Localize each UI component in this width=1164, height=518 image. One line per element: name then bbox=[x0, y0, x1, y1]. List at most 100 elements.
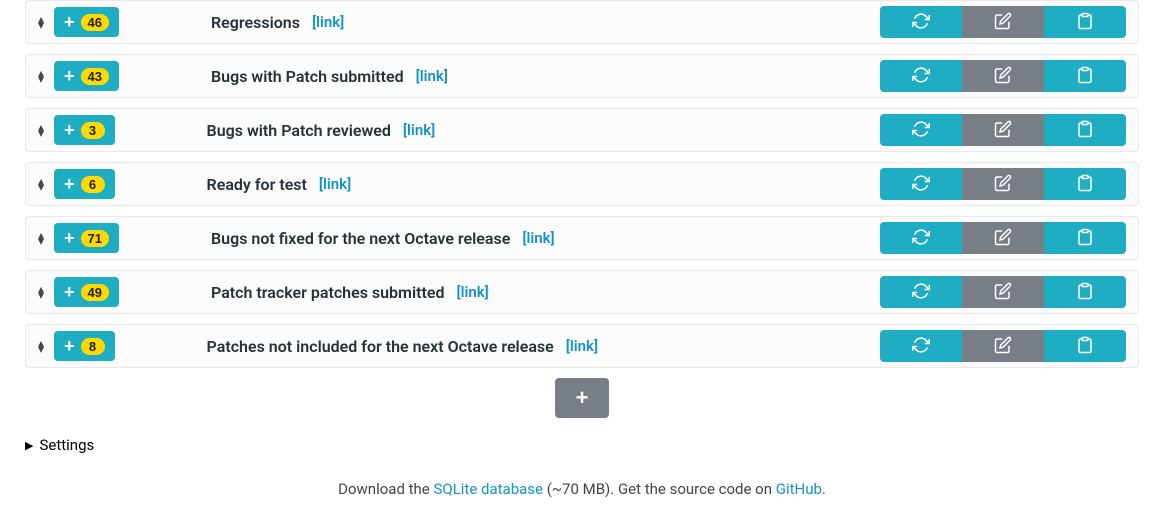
count-badge: 3 bbox=[81, 122, 105, 139]
refresh-button[interactable] bbox=[880, 168, 962, 200]
row-title: Patches not included for the next Octave… bbox=[207, 337, 554, 356]
list-item: ▴▾ +3 Bugs with Patch reviewed [link] bbox=[25, 108, 1139, 152]
add-row-button[interactable]: + bbox=[555, 378, 609, 418]
row-link[interactable]: [link] bbox=[319, 175, 351, 193]
triangle-right-icon: ▶ bbox=[25, 439, 33, 452]
clipboard-button[interactable] bbox=[1044, 60, 1126, 92]
refresh-icon bbox=[912, 282, 930, 303]
edit-button[interactable] bbox=[962, 276, 1044, 308]
row-actions bbox=[880, 168, 1126, 200]
row-link[interactable]: [link] bbox=[456, 283, 488, 301]
expand-button[interactable]: +43 bbox=[54, 61, 119, 91]
sort-handle-icon[interactable]: ▴▾ bbox=[38, 286, 44, 298]
footer-download-pre: Download the bbox=[338, 480, 433, 498]
clipboard-icon bbox=[1076, 282, 1094, 303]
edit-button[interactable] bbox=[962, 222, 1044, 254]
expand-button[interactable]: +3 bbox=[54, 115, 115, 145]
edit-button[interactable] bbox=[962, 330, 1044, 362]
clipboard-button[interactable] bbox=[1044, 330, 1126, 362]
refresh-icon bbox=[912, 174, 930, 195]
row-actions bbox=[880, 60, 1126, 92]
row-link[interactable]: [link] bbox=[566, 337, 598, 355]
edit-icon bbox=[994, 282, 1012, 303]
row-actions bbox=[880, 114, 1126, 146]
footer-db-size: (~70 MB). bbox=[543, 480, 618, 498]
row-actions bbox=[880, 276, 1126, 308]
row-title: Bugs with Patch reviewed bbox=[207, 121, 391, 140]
edit-icon bbox=[994, 228, 1012, 249]
refresh-icon bbox=[912, 66, 930, 87]
edit-icon bbox=[994, 336, 1012, 357]
list-item: ▴▾ +46 Regressions [link] bbox=[25, 0, 1139, 44]
footer-source-pre: Get the source code on bbox=[618, 480, 776, 498]
edit-button[interactable] bbox=[962, 168, 1044, 200]
row-title: Bugs with Patch submitted bbox=[211, 67, 404, 86]
sort-handle-icon[interactable]: ▴▾ bbox=[38, 178, 44, 190]
expand-button[interactable]: +49 bbox=[54, 277, 119, 307]
footer: Download the SQLite database (~70 MB). G… bbox=[25, 480, 1139, 518]
plus-icon: + bbox=[64, 67, 75, 85]
refresh-icon bbox=[912, 120, 930, 141]
refresh-button[interactable] bbox=[880, 114, 962, 146]
edit-button[interactable] bbox=[962, 114, 1044, 146]
refresh-icon bbox=[912, 12, 930, 33]
list-item: ▴▾ +43 Bugs with Patch submitted [link] bbox=[25, 54, 1139, 98]
refresh-icon bbox=[912, 336, 930, 357]
refresh-button[interactable] bbox=[880, 330, 962, 362]
row-title: Bugs not fixed for the next Octave relea… bbox=[211, 229, 510, 248]
sort-handle-icon[interactable]: ▴▾ bbox=[38, 70, 44, 82]
clipboard-button[interactable] bbox=[1044, 222, 1126, 254]
expand-button[interactable]: +8 bbox=[54, 331, 115, 361]
sort-handle-icon[interactable]: ▴▾ bbox=[38, 232, 44, 244]
count-badge: 46 bbox=[81, 14, 109, 31]
clipboard-button[interactable] bbox=[1044, 276, 1126, 308]
clipboard-icon bbox=[1076, 12, 1094, 33]
clipboard-button[interactable] bbox=[1044, 6, 1126, 38]
edit-button[interactable] bbox=[962, 60, 1044, 92]
expand-button[interactable]: +6 bbox=[54, 169, 115, 199]
plus-icon: + bbox=[64, 175, 75, 193]
list-item: ▴▾ +6 Ready for test [link] bbox=[25, 162, 1139, 206]
edit-button[interactable] bbox=[962, 6, 1044, 38]
settings-label: Settings bbox=[39, 436, 94, 454]
expand-button[interactable]: +71 bbox=[54, 223, 119, 253]
row-link[interactable]: [link] bbox=[403, 121, 435, 139]
list-item: ▴▾ +8 Patches not included for the next Oc… bbox=[25, 324, 1139, 368]
row-link[interactable]: [link] bbox=[522, 229, 554, 247]
sqlite-link[interactable]: SQLite database bbox=[433, 480, 543, 498]
sort-handle-icon[interactable]: ▴▾ bbox=[38, 16, 44, 28]
edit-icon bbox=[994, 174, 1012, 195]
plus-icon: + bbox=[64, 121, 75, 139]
row-link[interactable]: [link] bbox=[416, 67, 448, 85]
sort-handle-icon[interactable]: ▴▾ bbox=[38, 124, 44, 136]
count-badge: 8 bbox=[81, 338, 105, 355]
row-title: Regressions bbox=[211, 13, 300, 32]
clipboard-icon bbox=[1076, 336, 1094, 357]
row-title: Patch tracker patches submitted bbox=[211, 283, 444, 302]
sort-handle-icon[interactable]: ▴▾ bbox=[38, 340, 44, 352]
refresh-button[interactable] bbox=[880, 276, 962, 308]
settings-toggle[interactable]: ▶ Settings bbox=[25, 436, 1139, 454]
refresh-button[interactable] bbox=[880, 60, 962, 92]
row-link[interactable]: [link] bbox=[312, 13, 344, 31]
plus-icon: + bbox=[576, 385, 589, 411]
refresh-button[interactable] bbox=[880, 222, 962, 254]
footer-period: . bbox=[822, 480, 826, 498]
refresh-icon bbox=[912, 228, 930, 249]
clipboard-button[interactable] bbox=[1044, 114, 1126, 146]
count-badge: 49 bbox=[81, 284, 109, 301]
edit-icon bbox=[994, 12, 1012, 33]
clipboard-icon bbox=[1076, 66, 1094, 87]
plus-icon: + bbox=[64, 283, 75, 301]
refresh-button[interactable] bbox=[880, 6, 962, 38]
plus-icon: + bbox=[64, 337, 75, 355]
plus-icon: + bbox=[64, 229, 75, 247]
row-actions bbox=[880, 330, 1126, 362]
edit-icon bbox=[994, 120, 1012, 141]
row-actions bbox=[880, 6, 1126, 38]
row-title: Ready for test bbox=[207, 175, 307, 194]
clipboard-button[interactable] bbox=[1044, 168, 1126, 200]
count-badge: 6 bbox=[81, 176, 105, 193]
github-link[interactable]: GitHub bbox=[776, 480, 822, 498]
expand-button[interactable]: +46 bbox=[54, 7, 119, 37]
